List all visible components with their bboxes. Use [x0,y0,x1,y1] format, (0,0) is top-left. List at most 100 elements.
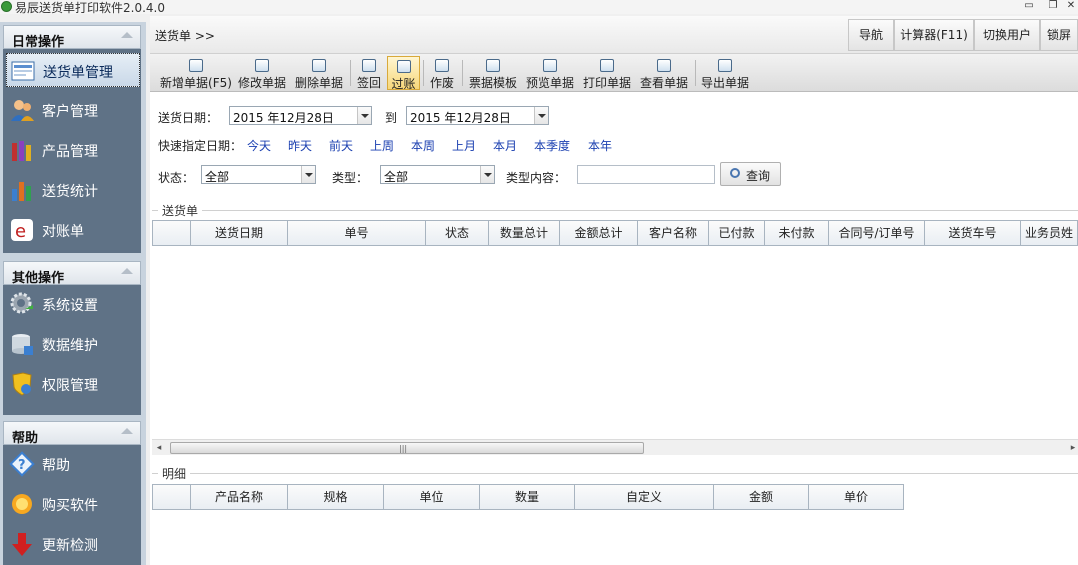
edit-document-button[interactable]: 修改单据 [236,56,288,90]
orders-horizontal-scrollbar[interactable]: ◂ ||| ▸ [152,439,1078,455]
preview-button[interactable]: 预览单据 [523,56,577,90]
section-header-daily[interactable]: 日常操作 [3,25,141,50]
quick-day-before-link[interactable]: 前天 [329,137,353,154]
help-icon: ? [9,451,35,477]
nav-item-product-management[interactable]: 产品管理 [6,133,140,167]
delivery-form-icon [11,61,35,81]
nav-item-label: 权限管理 [42,378,98,394]
quick-this-year-link[interactable]: 本年 [588,137,612,154]
section-header-other[interactable]: 其他操作 [3,261,141,286]
section-title: 其他操作 [12,271,65,286]
template-button[interactable]: 票据模板 [466,56,520,90]
nav-item-delivery-statistics[interactable]: 送货统计 [6,173,140,207]
toolbar-divider [350,60,351,86]
quick-today-link[interactable]: 今天 [247,137,271,154]
nav-item-update-check[interactable]: 更新检测 [6,527,140,561]
sidebar: 日常操作 送货单管理 客户管理 产品管理 送货统计 e 对账单 其他操作 系统设… [0,22,146,565]
nav-item-help[interactable]: ? 帮助 [6,447,140,481]
status-select[interactable]: 全部 [201,165,316,184]
date-from-picker[interactable]: 2015 年12月28日 [229,106,372,125]
column-header[interactable]: 金额 [714,485,809,509]
date-to-picker[interactable]: 2015 年12月28日 [406,106,549,125]
column-header-selector[interactable] [153,485,191,509]
column-header[interactable]: 自定义 [575,485,714,509]
nav-item-delivery-management[interactable]: 送货单管理 [6,53,140,87]
nav-item-statement[interactable]: e 对账单 [6,213,140,247]
column-header[interactable]: 单价 [809,485,903,509]
nav-item-customer-management[interactable]: 客户管理 [6,93,140,127]
query-button[interactable]: 查询 [720,162,781,186]
column-header[interactable]: 金额总计 [560,221,638,245]
view-document-button[interactable]: 查看单据 [637,56,691,90]
column-header[interactable]: 已付款 [709,221,765,245]
column-header[interactable]: 合同号/订单号 [829,221,925,245]
scrollbar-thumb[interactable]: ||| [170,442,644,454]
quick-yesterday-link[interactable]: 昨天 [288,137,312,154]
quick-this-quarter-link[interactable]: 本季度 [534,137,570,154]
column-header[interactable]: 单位 [384,485,480,509]
quick-date-label: 快速指定日期： [158,139,243,153]
search-icon [730,168,740,178]
column-header[interactable]: 送货车号 [925,221,1021,245]
purchase-icon [12,494,32,514]
nav-item-permission-management[interactable]: 权限管理 [6,367,140,401]
quick-last-month-link[interactable]: 上月 [452,137,476,154]
column-header[interactable]: 产品名称 [191,485,288,509]
sign-back-button[interactable]: 签回 [354,56,384,90]
post-account-icon [396,60,411,73]
chevron-down-icon[interactable] [480,166,494,183]
title-bar: 易辰送货单打印软件2.0.4.0 ▭ ❐ ✕ [0,0,1078,15]
quick-this-month-link[interactable]: 本月 [493,137,517,154]
type-content-input[interactable] [577,165,715,184]
type-select[interactable]: 全部 [380,165,495,184]
column-header[interactable]: 状态 [426,221,489,245]
chevron-down-icon[interactable] [301,166,315,183]
chevron-down-icon[interactable] [534,107,548,124]
post-account-button[interactable]: 过账 [387,56,420,91]
minimize-icon[interactable]: ▭ [1022,0,1036,12]
section-body-help: ? 帮助 购买软件 更新检测 [3,445,141,565]
nav-item-buy-software[interactable]: 购买软件 [6,487,140,521]
chevron-down-icon[interactable] [357,107,371,124]
scroll-left-icon[interactable]: ◂ [154,443,164,453]
nav-item-system-settings[interactable]: 系统设置 [6,287,140,321]
lock-screen-button[interactable]: 锁屏 [1040,19,1078,51]
column-header-selector[interactable] [153,221,191,245]
nav-item-label: 系统设置 [42,298,98,314]
calculator-button[interactable]: 计算器(F11) [894,19,974,51]
quick-last-week-link[interactable]: 上周 [370,137,394,154]
section-title: 帮助 [12,431,39,446]
collapse-chevron-icon[interactable] [121,428,133,434]
restore-icon[interactable]: ❐ [1046,0,1060,12]
export-button[interactable]: 导出单据 [698,56,752,90]
void-icon [435,59,449,72]
database-icon [12,334,33,355]
nav-item-label: 数据维护 [42,338,98,354]
scroll-right-icon[interactable]: ▸ [1068,443,1078,453]
new-document-button[interactable]: 新增单据(F5) [160,56,232,90]
section-body-daily: 送货单管理 客户管理 产品管理 送货统计 e 对账单 [3,49,141,253]
column-header[interactable]: 数量总计 [489,221,560,245]
orders-grid-header: 送货日期 单号 状态 数量总计 金额总计 客户名称 已付款 未付款 合同号/订单… [152,220,1078,246]
close-icon[interactable]: ✕ [1064,0,1078,12]
column-header[interactable]: 规格 [288,485,384,509]
column-header[interactable]: 送货日期 [191,221,288,245]
print-button[interactable]: 打印单据 [580,56,634,90]
switch-user-button[interactable]: 切换用户 [974,19,1040,51]
section-title: 日常操作 [12,35,65,50]
nav-item-label: 产品管理 [42,144,98,160]
nav-item-data-maintenance[interactable]: 数据维护 [6,327,140,361]
section-header-help[interactable]: 帮助 [3,421,141,446]
column-header[interactable]: 数量 [480,485,575,509]
detail-group-title: 明细 [158,465,191,482]
column-header[interactable]: 未付款 [765,221,829,245]
column-header[interactable]: 客户名称 [638,221,709,245]
column-header[interactable]: 单号 [288,221,426,245]
navigate-button[interactable]: 导航 [848,19,894,51]
void-button[interactable]: 作废 [426,56,458,90]
collapse-chevron-icon[interactable] [121,32,133,38]
collapse-chevron-icon[interactable] [121,268,133,274]
delete-document-button[interactable]: 删除单据 [293,56,345,90]
column-header[interactable]: 业务员姓 [1021,221,1077,245]
quick-this-week-link[interactable]: 本周 [411,137,435,154]
